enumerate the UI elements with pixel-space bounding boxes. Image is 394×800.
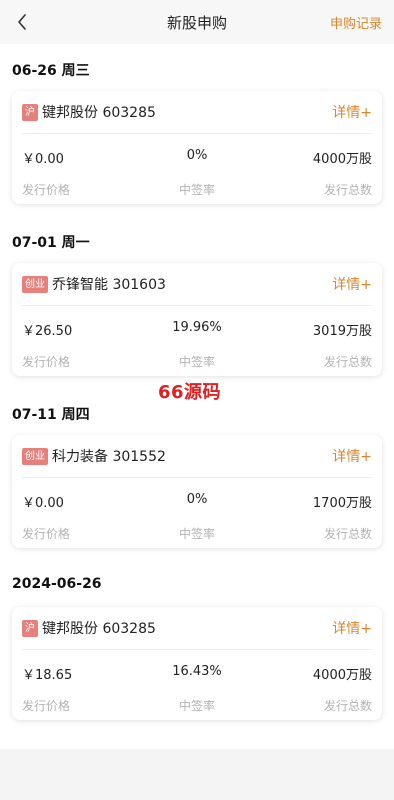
- market-tag: 创业: [22, 447, 48, 465]
- stock-name: 键邦股份 603285: [42, 105, 156, 121]
- top-bar: 新股申购 申购记录: [0, 0, 394, 44]
- back-button[interactable]: [14, 12, 30, 32]
- win-rate-label: 中签率: [178, 527, 215, 541]
- issue-total-value: 3019万股: [312, 324, 372, 339]
- issue-price-value: ￥0.00: [22, 152, 64, 167]
- stock-card: 创业 乔锋智能 301603 详情+ ￥26.50 19.96% 3019万股 …: [12, 263, 382, 376]
- issue-price-label: 发行价格: [22, 527, 71, 541]
- issue-total-value: 4000万股: [312, 668, 372, 683]
- group-date: 2024-06-26: [12, 576, 102, 592]
- issue-total-label: 发行总数: [323, 527, 372, 541]
- group-date: 07-01 周一: [12, 235, 90, 251]
- issue-total-label: 发行总数: [323, 183, 372, 197]
- stock-card: 创业 科力装备 301552 详情+ ￥0.00 0% 1700万股 发行价格 …: [12, 435, 382, 548]
- win-rate-value: 19.96%: [172, 320, 222, 335]
- issue-price-value: ￥0.00: [22, 496, 64, 511]
- issue-price-value: ￥26.50: [22, 324, 73, 339]
- detail-link[interactable]: 详情+: [332, 446, 372, 466]
- win-rate-value: 16.43%: [172, 664, 222, 679]
- subscription-records-link[interactable]: 申购记录: [330, 13, 382, 32]
- issue-price-label: 发行价格: [22, 183, 71, 197]
- stock-name: 科力装备 301552: [52, 449, 166, 465]
- stock-name: 键邦股份 603285: [42, 621, 156, 637]
- win-rate-value: 0%: [186, 492, 208, 507]
- detail-link[interactable]: 详情+: [332, 102, 372, 122]
- chevron-left-icon: [18, 14, 26, 30]
- issue-total-value: 1700万股: [312, 496, 372, 511]
- market-tag: 沪: [22, 619, 38, 637]
- detail-link[interactable]: 详情+: [332, 274, 372, 294]
- bottom-area: [0, 749, 394, 800]
- issue-price-value: ￥18.65: [22, 668, 73, 683]
- issue-price-label: 发行价格: [22, 355, 71, 369]
- group-date: 06-26 周三: [12, 63, 90, 79]
- watermark-text: 66源码: [158, 382, 222, 403]
- stock-name: 乔锋智能 301603: [52, 277, 166, 293]
- issue-total-label: 发行总数: [323, 355, 372, 369]
- issue-total-value: 4000万股: [312, 152, 372, 167]
- win-rate-label: 中签率: [178, 183, 215, 197]
- issue-price-label: 发行价格: [22, 699, 71, 713]
- page-title: 新股申购: [166, 13, 227, 32]
- market-tag: 沪: [22, 103, 38, 121]
- detail-link[interactable]: 详情+: [332, 618, 372, 638]
- win-rate-value: 0%: [186, 148, 208, 163]
- stock-card: 沪 键邦股份 603285 详情+ ￥18.65 16.43% 4000万股 发…: [12, 607, 382, 720]
- market-tag: 创业: [22, 275, 48, 293]
- stock-card: 沪 键邦股份 603285 详情+ ￥0.00 0% 4000万股 发行价格 中…: [12, 91, 382, 204]
- win-rate-label: 中签率: [178, 355, 215, 369]
- win-rate-label: 中签率: [178, 699, 215, 713]
- issue-total-label: 发行总数: [323, 699, 372, 713]
